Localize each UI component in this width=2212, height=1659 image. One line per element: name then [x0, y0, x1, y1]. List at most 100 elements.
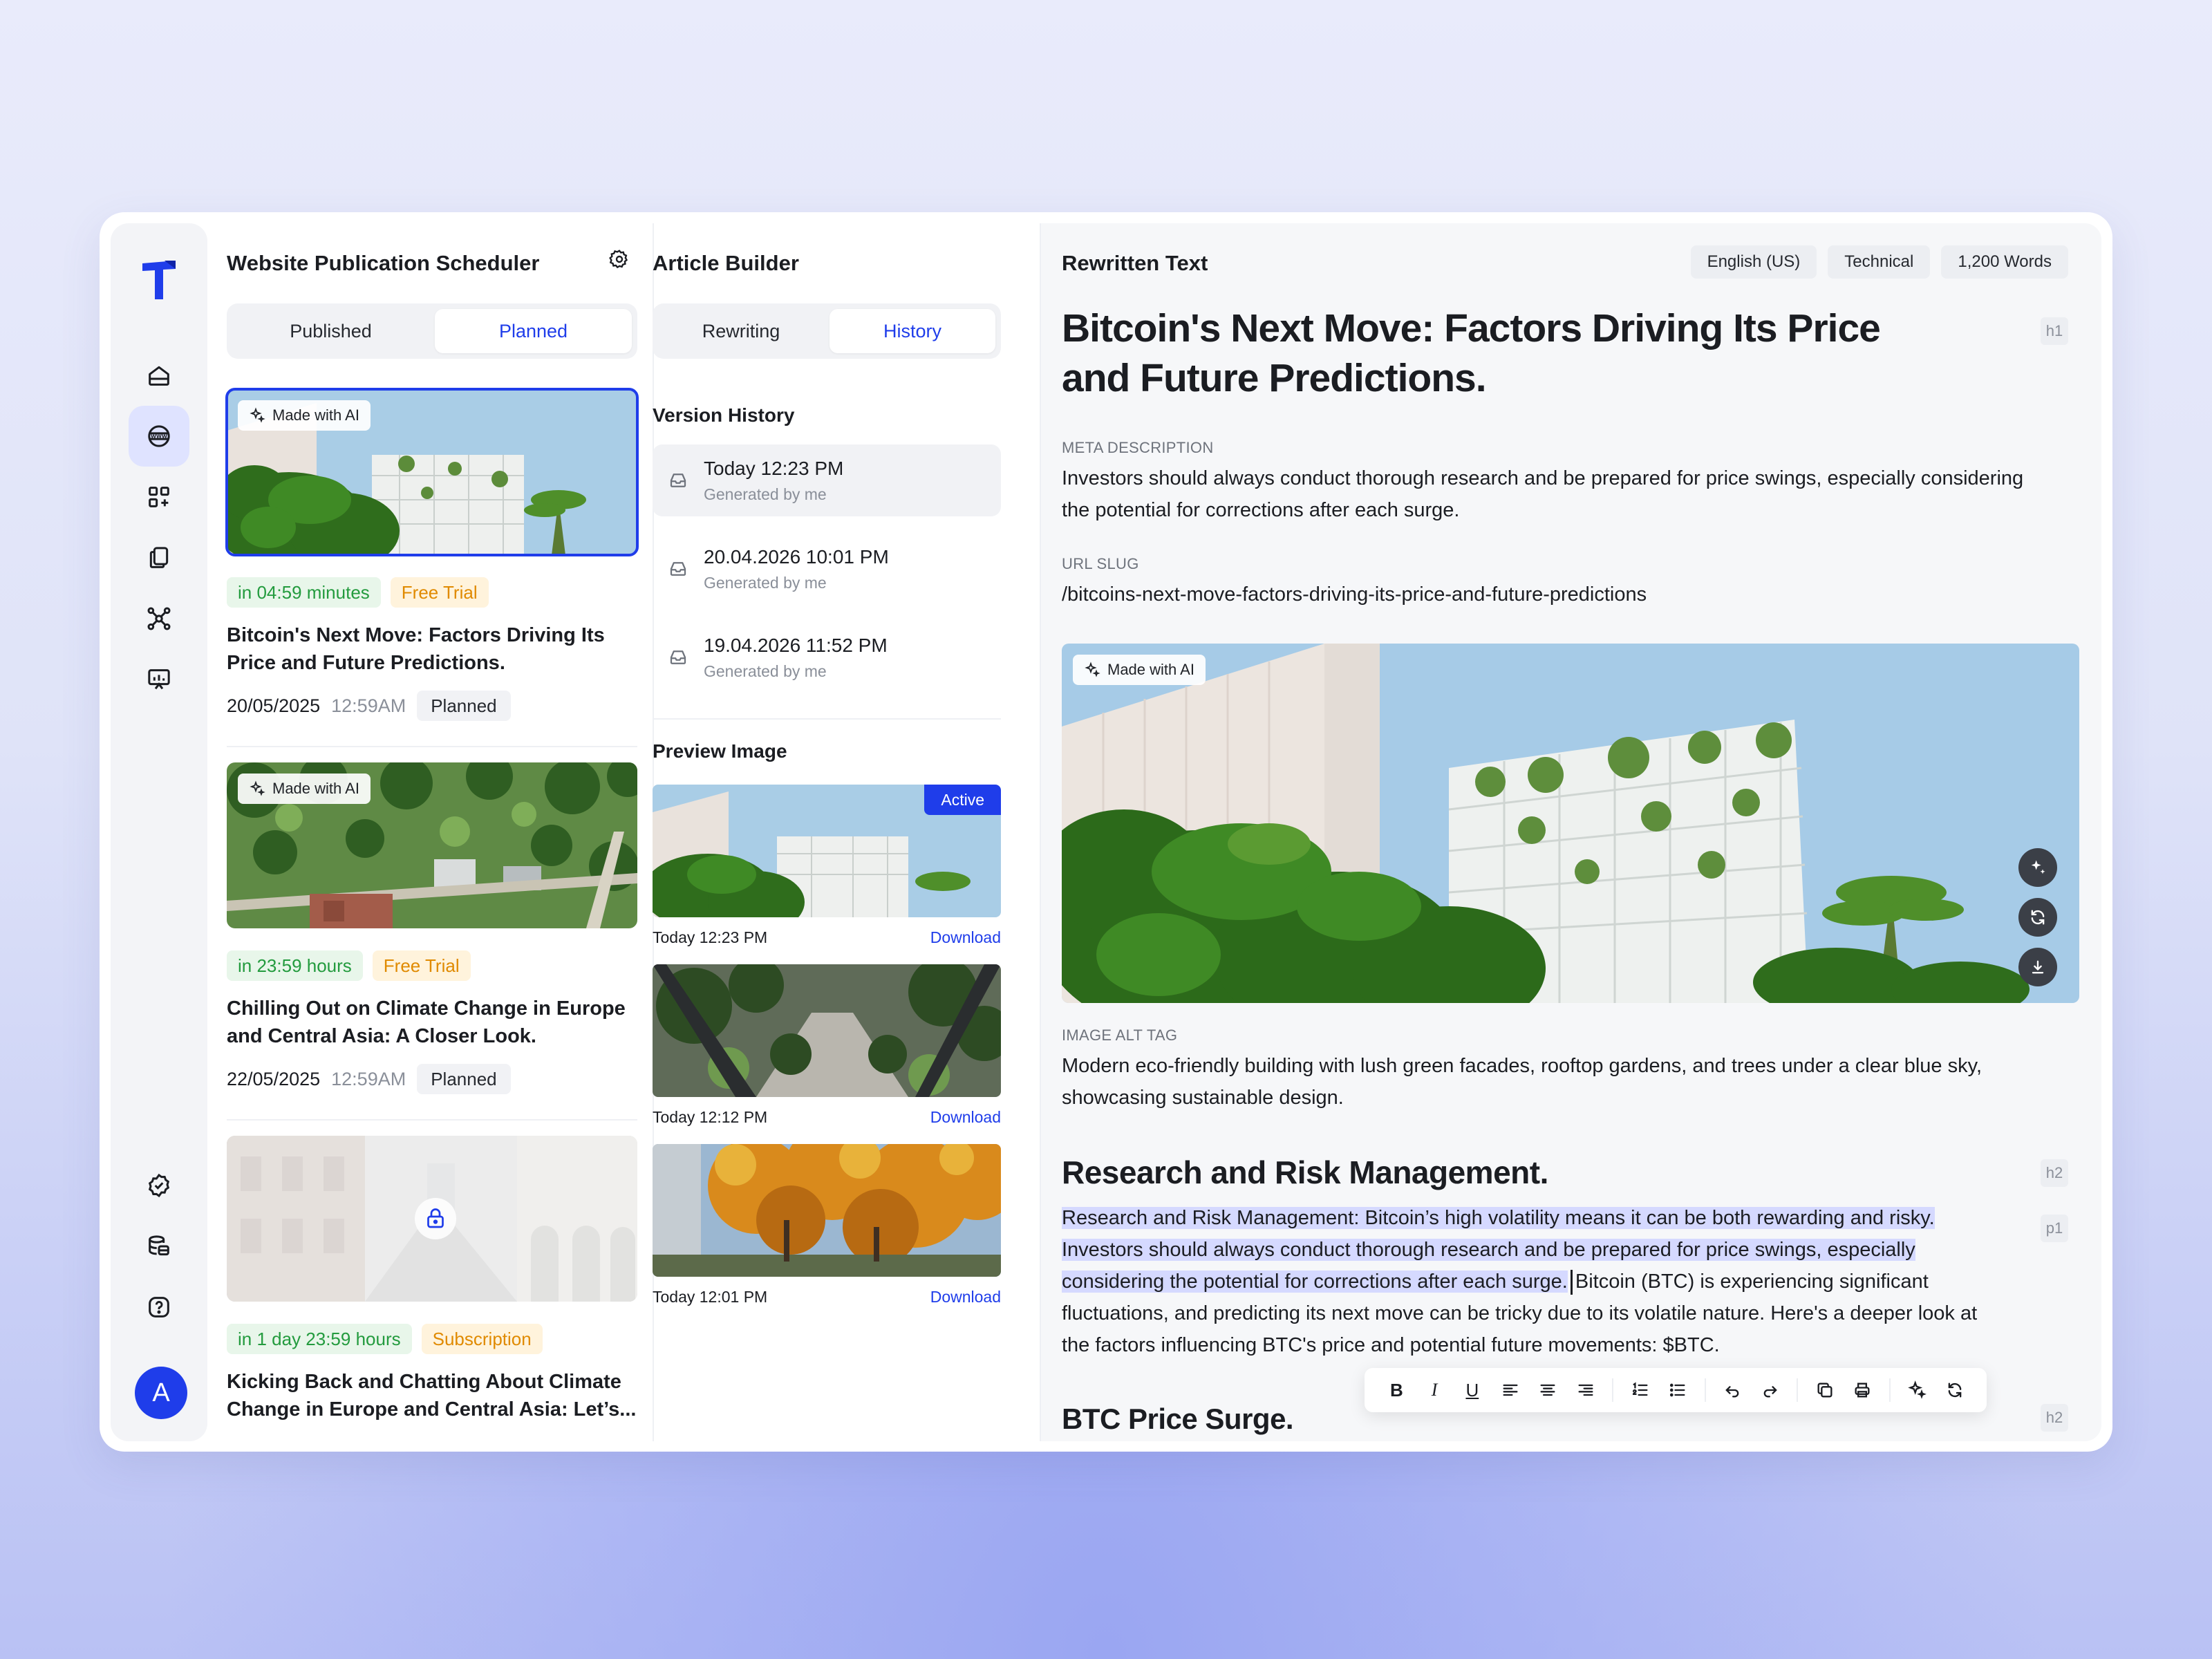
app-logo-icon[interactable] [140, 258, 178, 302]
analytics-icon [148, 669, 170, 690]
word-count-chip[interactable]: 1,200 Words [1941, 245, 2068, 279]
builder-title: Article Builder [653, 251, 799, 275]
schedule-card[interactable]: Made with AI in 04:59 minutes Free Trial… [225, 388, 639, 721]
version-item[interactable]: Today 12:23 PM Generated by me [653, 444, 1001, 516]
align-right-button[interactable] [1571, 1374, 1602, 1406]
plan-badge: Subscription [421, 1324, 543, 1354]
undo-button[interactable] [1717, 1374, 1748, 1406]
version-time: 19.04.2026 11:52 PM [704, 634, 888, 656]
url-slug-label: URL SLUG [1062, 555, 1139, 572]
verified-icon [148, 1173, 170, 1198]
download-link[interactable]: Download [930, 1108, 1001, 1127]
refresh-button[interactable] [2018, 898, 2057, 937]
nav-database[interactable] [129, 1216, 189, 1277]
article-h2-btc[interactable]: BTC Price Surge. [1062, 1403, 1294, 1436]
copy-button[interactable] [1809, 1374, 1840, 1406]
preview-image-item[interactable]: Today 12:12 PM Download [653, 964, 1001, 1127]
card-title[interactable]: Kicking Back and Chatting About Climate … [227, 1368, 637, 1423]
article-paragraph[interactable]: Research and Risk Management: Bitcoin’s … [1062, 1202, 2002, 1361]
ai-regenerate-button[interactable] [2018, 848, 2057, 887]
tab-rewriting[interactable]: Rewriting [658, 309, 824, 353]
nav-apps[interactable] [129, 467, 189, 527]
divider [227, 746, 637, 747]
h2-tag: h2 [2041, 1404, 2068, 1432]
nav-network[interactable] [129, 588, 189, 649]
italic-button[interactable]: I [1419, 1374, 1450, 1406]
preview-thumbnail[interactable] [653, 964, 1001, 1097]
divider [227, 1119, 637, 1121]
card-time: 12:59AM [331, 695, 406, 716]
sparkle-icon [1908, 1380, 1927, 1399]
preview-thumbnail[interactable] [653, 1144, 1001, 1277]
card-thumbnail[interactable]: Made with AI [227, 762, 637, 928]
schedule-card[interactable]: Made with AI in 23:59 hours Free Trial C… [227, 762, 637, 1094]
active-badge: Active [924, 785, 1001, 815]
gear-icon[interactable] [608, 248, 630, 270]
card-title[interactable]: Bitcoin's Next Move: Factors Driving Its… [227, 621, 637, 677]
nav-home[interactable] [129, 345, 189, 406]
tab-planned[interactable]: Planned [435, 309, 632, 353]
formatting-toolbar: B I U [1365, 1368, 1987, 1412]
card-date: 22/05/2025 [227, 1068, 321, 1089]
align-center-button[interactable] [1533, 1374, 1564, 1406]
ai-assist-button[interactable] [1902, 1374, 1933, 1406]
version-author: Generated by me [704, 662, 827, 680]
meta-description-label: META DESCRIPTION [1062, 439, 1214, 456]
redo-button[interactable] [1754, 1374, 1785, 1406]
p1-tag: p1 [2041, 1215, 2068, 1242]
inbox-icon [670, 474, 686, 487]
download-icon [2032, 960, 2044, 974]
preview-image-item[interactable]: Active Today 12:23 PM Download [653, 785, 1001, 947]
ordered-list-button[interactable] [1624, 1374, 1656, 1406]
schedule-card-locked[interactable]: in 1 day 23:59 hours Subscription Kickin… [227, 1136, 637, 1423]
image-alt-text[interactable]: Modern eco-friendly building with lush g… [1062, 1050, 2002, 1114]
article-h1[interactable]: Bitcoin's Next Move: Factors Driving Its… [1062, 303, 1933, 403]
meta-description[interactable]: Investors should always conduct thorough… [1062, 462, 2043, 526]
made-with-ai-badge: Made with AI [238, 774, 371, 804]
nav-website[interactable]: WWW [129, 406, 189, 467]
language-chip[interactable]: English (US) [1690, 245, 1817, 279]
hero-image[interactable]: Made with AI [1062, 644, 2079, 1003]
toolbar-divider [1704, 1378, 1706, 1402]
print-button[interactable] [1847, 1374, 1878, 1406]
refresh-text-button[interactable] [1939, 1374, 1970, 1406]
tone-chip[interactable]: Technical [1828, 245, 1931, 279]
print-icon [1855, 1382, 1870, 1398]
nav-help[interactable] [129, 1277, 189, 1338]
card-title[interactable]: Chilling Out on Climate Change in Europe… [227, 995, 637, 1050]
home-icon [149, 366, 169, 386]
download-button[interactable] [2018, 948, 2057, 986]
builder-tabs: Rewriting History [653, 303, 1001, 359]
underline-button[interactable]: U [1456, 1374, 1488, 1406]
version-item[interactable]: 20.04.2026 10:01 PM Generated by me [653, 533, 1001, 605]
building-image [1062, 644, 2079, 1003]
user-avatar[interactable]: A [135, 1367, 187, 1419]
download-link[interactable]: Download [930, 928, 1001, 947]
ai-badge-label: Made with AI [272, 780, 359, 797]
nav-analytics[interactable] [129, 649, 189, 710]
card-thumbnail[interactable]: Made with AI [225, 388, 639, 556]
plan-badge: Free Trial [372, 950, 471, 981]
scheduler-title: Website Publication Scheduler [227, 251, 540, 275]
tab-history[interactable]: History [830, 309, 995, 353]
nav-verified[interactable] [129, 1155, 189, 1216]
version-author: Generated by me [704, 485, 827, 503]
card-thumbnail[interactable] [227, 1136, 637, 1302]
lock-button[interactable] [415, 1198, 456, 1239]
bold-button[interactable]: B [1381, 1374, 1412, 1406]
divider [653, 718, 1001, 720]
nav-documents[interactable] [129, 527, 189, 588]
column-divider [1040, 223, 1041, 1441]
eta-badge: in 23:59 hours [227, 950, 363, 981]
toolbar-divider [1612, 1378, 1614, 1402]
tab-published[interactable]: Published [232, 309, 429, 353]
article-h2-research[interactable]: Research and Risk Management. [1062, 1154, 1548, 1191]
preview-thumbnail[interactable]: Active [653, 785, 1001, 917]
svg-text:WWW: WWW [151, 433, 167, 440]
url-slug[interactable]: /bitcoins-next-move-factors-driving-its-… [1062, 579, 2030, 610]
version-item[interactable]: 19.04.2026 11:52 PM Generated by me [653, 621, 1001, 693]
download-link[interactable]: Download [930, 1288, 1001, 1306]
align-left-button[interactable] [1494, 1374, 1526, 1406]
preview-image-item[interactable]: Today 12:01 PM Download [653, 1144, 1001, 1306]
bullet-list-button[interactable] [1662, 1374, 1694, 1406]
